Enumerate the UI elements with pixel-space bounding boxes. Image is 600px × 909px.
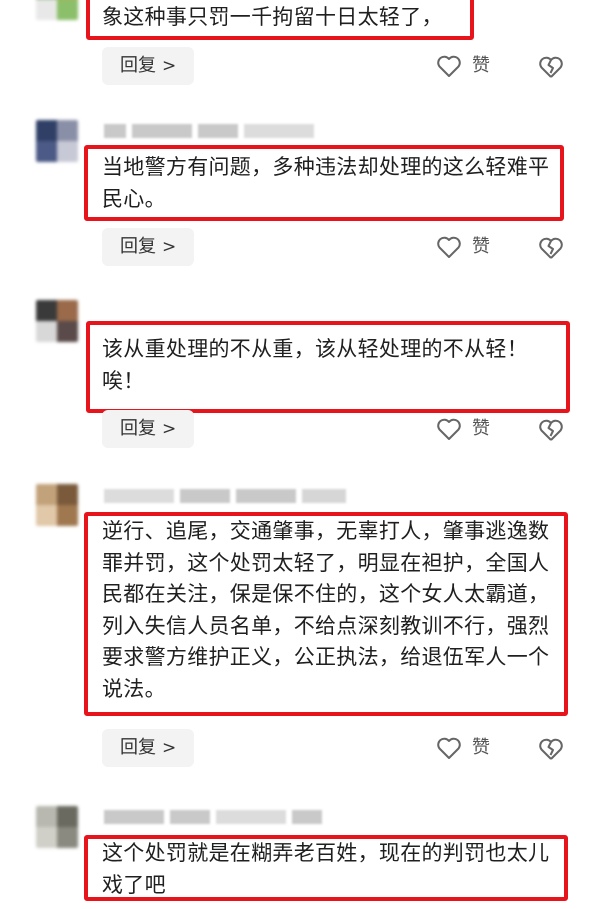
reply-button[interactable]: 回复 > (102, 410, 194, 448)
chevron-right-icon: > (162, 419, 177, 439)
avatar-pixel (57, 300, 78, 321)
avatar-pixel (36, 0, 57, 20)
avatar[interactable] (36, 300, 78, 342)
avatar[interactable] (36, 806, 78, 848)
avatar-pixel (57, 120, 78, 141)
avatar-pixel (57, 806, 78, 827)
avatar[interactable] (36, 120, 78, 162)
avatar-pixel (36, 300, 57, 321)
heart-icon (437, 236, 461, 258)
highlight-box (86, 321, 570, 413)
highlight-box (84, 835, 568, 901)
reply-label: 回复 (120, 236, 156, 257)
username-obscured (104, 810, 364, 826)
dislike-button[interactable] (538, 729, 566, 767)
avatar-pixel (57, 0, 78, 20)
heart-icon (437, 418, 461, 440)
like-button[interactable]: 赞 (436, 410, 490, 448)
reply-label: 回复 (120, 737, 156, 758)
reply-label: 回复 (120, 418, 156, 439)
reply-button[interactable]: 回复 > (102, 729, 194, 767)
username-obscured (104, 489, 364, 505)
like-label: 赞 (472, 737, 490, 758)
avatar-pixel (57, 505, 78, 526)
dislike-button[interactable] (538, 410, 566, 448)
avatar-pixel (57, 484, 78, 505)
avatar-pixel (36, 120, 57, 141)
broken-heart-icon (539, 419, 563, 441)
like-button[interactable]: 赞 (436, 47, 490, 85)
avatar-pixel (57, 141, 78, 162)
like-label: 赞 (472, 55, 490, 76)
heart-icon (437, 55, 461, 77)
avatar-pixel (36, 806, 57, 827)
avatar[interactable] (36, 484, 78, 526)
like-label: 赞 (472, 236, 490, 257)
avatar-pixel (57, 827, 78, 848)
avatar-pixel (36, 141, 57, 162)
avatar-pixel (36, 505, 57, 526)
avatar-pixel (36, 827, 57, 848)
reply-label: 回复 (120, 55, 156, 76)
broken-heart-icon (539, 56, 563, 78)
avatar-pixel (57, 321, 78, 342)
like-button[interactable]: 赞 (436, 228, 490, 266)
chevron-right-icon: > (162, 56, 177, 76)
username-obscured (104, 124, 364, 140)
dislike-button[interactable] (538, 47, 566, 85)
chevron-right-icon: > (162, 237, 177, 257)
avatar-pixel (36, 321, 57, 342)
highlight-box (84, 145, 564, 221)
broken-heart-icon (539, 237, 563, 259)
broken-heart-icon (539, 738, 563, 760)
highlight-box (86, 0, 474, 40)
chevron-right-icon: > (162, 738, 177, 758)
highlight-box (84, 512, 568, 716)
avatar-pixel (36, 484, 57, 505)
like-label: 赞 (472, 418, 490, 439)
reply-button[interactable]: 回复 > (102, 228, 194, 266)
like-button[interactable]: 赞 (436, 729, 490, 767)
dislike-button[interactable] (538, 228, 566, 266)
reply-button[interactable]: 回复 > (102, 47, 194, 85)
avatar[interactable] (36, 0, 78, 20)
heart-icon (437, 737, 461, 759)
